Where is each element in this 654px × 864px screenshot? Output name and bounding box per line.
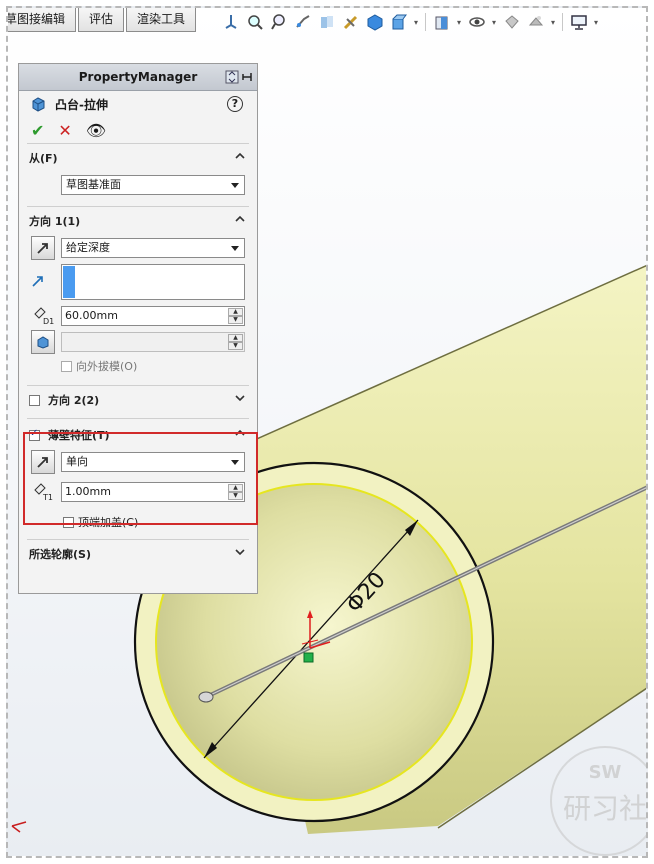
from-select-value: 草图基准面 [66,178,121,191]
feature-title: 凸台-拉伸 [55,97,108,112]
draft-toggle-icon[interactable] [31,330,55,354]
listbox-selection-marker [63,266,75,298]
chevron-down-icon[interactable] [235,393,245,403]
svg-text:D1: D1 [43,317,54,326]
property-manager: PropertyManager 凸台-拉伸 ? ✔ ✕ 👁 从(F) 草图基准面 [18,63,258,594]
from-group-header[interactable]: 从(F) [19,144,257,172]
expand-panel-icon[interactable] [225,70,239,84]
watermark-brand: SW [588,762,622,783]
draft-outward-option[interactable]: 向外拔模(O) [19,355,257,377]
draft-row: ▲ ▼ [19,329,257,355]
draft-spinner[interactable]: ▲ ▼ [228,334,243,350]
pm-actions: ✔ ✕ 👁 [19,117,257,143]
reverse-direction-icon[interactable] [31,236,55,260]
tab-sketch-edit[interactable]: 草图接编辑 [8,8,77,32]
view-settings-dropdown-icon[interactable]: ▾ [549,18,557,27]
axis-endpoint [198,691,214,703]
from-label: 从(F) [29,152,58,165]
thin-feature-highlight-box [23,432,258,525]
draft-outward-checkbox[interactable] [61,360,72,372]
from-row: 草图基准面 [19,172,257,198]
feature-title-row: 凸台-拉伸 ? [19,91,257,117]
boss-extrude-icon [32,97,45,112]
view-orientation-icon[interactable] [220,12,241,33]
appearance-dropdown-icon[interactable]: ▾ [490,18,498,27]
toolbar-separator [562,13,563,31]
depth-value: 60.00mm [65,309,118,322]
draft-angle-input[interactable]: ▲ ▼ [61,332,245,352]
pm-header: PropertyManager [19,64,257,91]
hide-show-icon[interactable] [431,12,452,33]
direction2-checkbox[interactable] [29,394,40,406]
ok-check-icon[interactable]: ✔ [31,121,44,140]
dropdown-arrow-icon [231,183,239,188]
pin-icon[interactable] [241,70,253,84]
depth-spinner[interactable]: ▲ ▼ [228,308,243,324]
chevron-up-icon[interactable] [235,214,245,224]
heads-up-toolbar: ▾ ▾ ▾ ▾ ▾ [220,10,600,34]
end-condition-select[interactable]: 给定深度 [61,238,245,258]
watermark-text: 研习社 [562,792,647,825]
chevron-up-icon[interactable] [235,151,245,161]
depth-row: D1 60.00mm ▲ ▼ [19,303,257,329]
display-style-dropdown-icon[interactable]: ▾ [412,18,420,27]
end-condition-row: 给定深度 [19,235,257,261]
end-condition-value: 给定深度 [66,241,110,254]
dropdown-arrow-icon [231,246,239,251]
zoom-area-icon[interactable] [268,12,289,33]
dynamic-annotation-icon[interactable] [340,12,361,33]
view-box-icon[interactable] [364,12,385,33]
divider [27,418,249,419]
from-select[interactable]: 草图基准面 [61,175,245,195]
depth-d1-icon: D1 [31,304,55,328]
pm-title: PropertyManager [78,70,198,84]
apply-scene-icon[interactable] [501,12,522,33]
depth-input[interactable]: 60.00mm ▲ ▼ [61,306,245,326]
direction2-label: 方向 2(2) [48,394,100,407]
preview-eye-icon[interactable]: 👁 [86,121,106,140]
cancel-x-icon[interactable]: ✕ [58,121,71,140]
zoom-fit-icon[interactable] [244,12,265,33]
origin-point[interactable] [303,652,314,663]
display-style-icon[interactable] [388,12,409,33]
previous-view-icon[interactable] [292,12,313,33]
view-settings-icon[interactable] [525,12,546,33]
command-tabs: 草图接编辑 评估 渲染工具 [8,8,198,32]
tab-evaluate[interactable]: 评估 [78,8,125,32]
direction-vector-listbox[interactable] [61,264,245,300]
top-bar: 草图接编辑 评估 渲染工具 ▾ ▾ ▾ ▾ ▾ [8,8,646,38]
hide-show-dropdown-icon[interactable]: ▾ [455,18,463,27]
tab-render-tools[interactable]: 渲染工具 [126,8,197,32]
direction1-label: 方向 1(1) [29,215,81,228]
selected-contours-label: 所选轮廓(S) [29,548,91,561]
help-button[interactable]: ? [227,96,243,112]
direction2-group-header[interactable]: 方向 2(2) [19,386,257,414]
monitor-dropdown-icon[interactable]: ▾ [592,18,600,27]
selected-contours-group-header[interactable]: 所选轮廓(S) [19,540,257,568]
edit-appearance-icon[interactable] [466,12,487,33]
pm-pin-controls [225,70,253,84]
section-view-icon[interactable] [316,12,337,33]
toolbar-separator [425,13,426,31]
direction-vector-icon [31,274,55,291]
direction1-group-header[interactable]: 方向 1(1) [19,207,257,235]
reference-triad-icon [11,821,27,833]
draft-outward-label: 向外拔模(O) [76,360,138,373]
chevron-down-icon[interactable] [235,547,245,557]
direction-vector-row [19,261,257,303]
monitor-icon[interactable] [568,12,589,33]
screenshot-frame: 草图接编辑 评估 渲染工具 ▾ ▾ ▾ ▾ ▾ Φ20 SW 研习社 Prope… [6,6,648,858]
